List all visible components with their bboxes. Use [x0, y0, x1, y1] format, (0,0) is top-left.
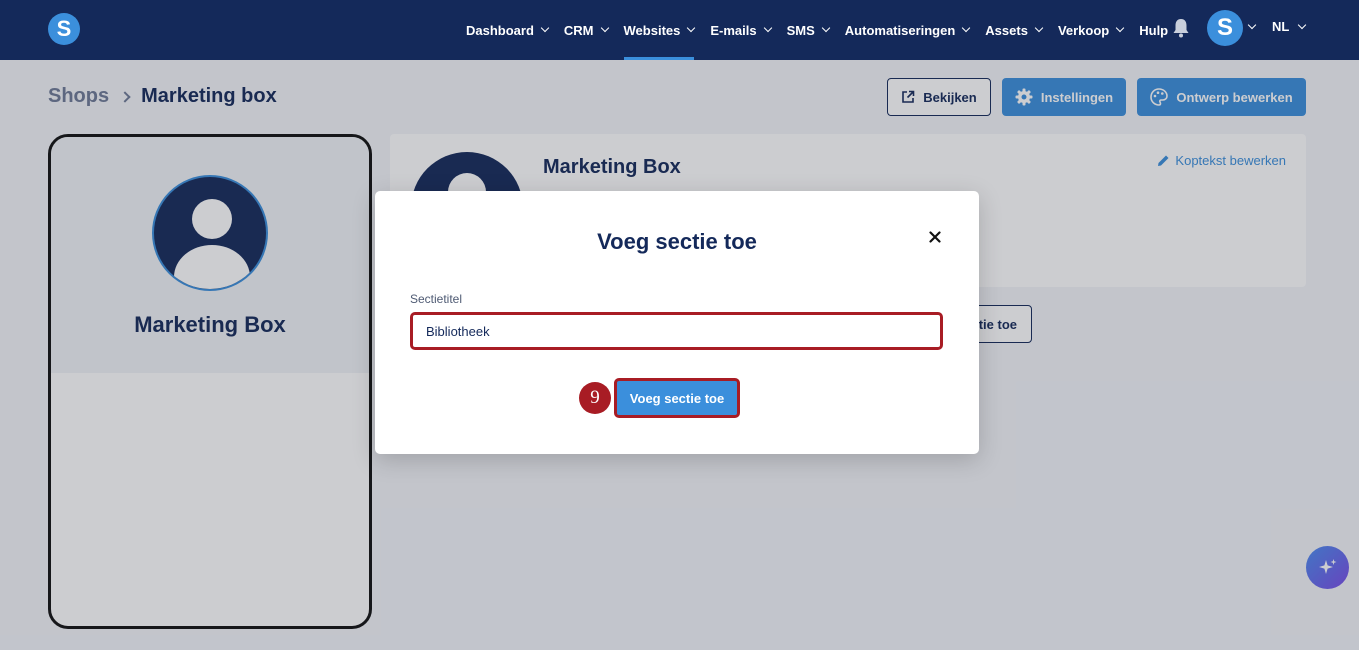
bell-icon[interactable]	[1172, 18, 1190, 38]
add-section-submit-button[interactable]: Voeg sectie toe	[614, 378, 740, 418]
nav-item-assets[interactable]: Assets	[985, 0, 1044, 60]
nav-item-websites[interactable]: Websites	[623, 0, 696, 60]
user-avatar[interactable]: S	[1207, 10, 1243, 46]
section-title-label: Sectietitel	[410, 292, 463, 306]
chevron-down-icon	[600, 23, 609, 33]
nav-item-label: Websites	[623, 22, 681, 38]
nav-item-label: E-mails	[710, 22, 757, 38]
app-logo[interactable]: S	[48, 13, 80, 45]
add-section-dialog: Voeg sectie toe Sectietitel 9 Voeg secti…	[375, 191, 979, 454]
chevron-down-icon	[687, 23, 696, 33]
chevron-down-icon	[962, 23, 971, 33]
chevron-down-icon	[540, 23, 550, 33]
nav-item-label: Automatiseringen	[844, 22, 956, 38]
nav-item-label: SMS	[786, 22, 815, 38]
nav-item-dashboard[interactable]: Dashboard	[466, 0, 550, 60]
dialog-title: Voeg sectie toe	[597, 229, 757, 254]
nav-item-automatiseringen[interactable]: Automatiseringen	[844, 0, 971, 60]
nav-item-label: Dashboard	[466, 22, 534, 38]
language-selector[interactable]: NL	[1272, 19, 1307, 34]
nav-item-label: Hulp	[1139, 22, 1169, 38]
nav-item-label: Verkoop	[1057, 22, 1110, 38]
chevron-down-icon	[821, 23, 831, 33]
chevron-down-icon	[1034, 23, 1044, 33]
top-navbar: S Dashboard CRM Websites E-mails SMS Aut…	[0, 0, 1359, 60]
chevron-down-icon	[763, 23, 772, 33]
nav-menu: Dashboard CRM Websites E-mails SMS Autom…	[466, 0, 1184, 60]
nav-item-label: Assets	[985, 22, 1028, 38]
nav-item-verkoop[interactable]: Verkoop	[1057, 0, 1125, 60]
nav-item-emails[interactable]: E-mails	[710, 0, 772, 60]
close-button[interactable]	[923, 225, 947, 249]
close-icon	[929, 231, 941, 243]
nav-item-hulp[interactable]: Hulp	[1139, 0, 1168, 60]
step-number-badge: 9	[579, 382, 611, 414]
chevron-down-icon	[1298, 20, 1307, 29]
language-label: NL	[1272, 19, 1290, 34]
nav-item-crm[interactable]: CRM	[563, 0, 609, 60]
chevron-down-icon[interactable]	[1247, 20, 1257, 30]
section-title-input[interactable]	[410, 312, 943, 350]
chevron-down-icon	[1115, 23, 1125, 33]
nav-item-label: CRM	[563, 22, 594, 38]
nav-item-sms[interactable]: SMS	[786, 0, 831, 60]
